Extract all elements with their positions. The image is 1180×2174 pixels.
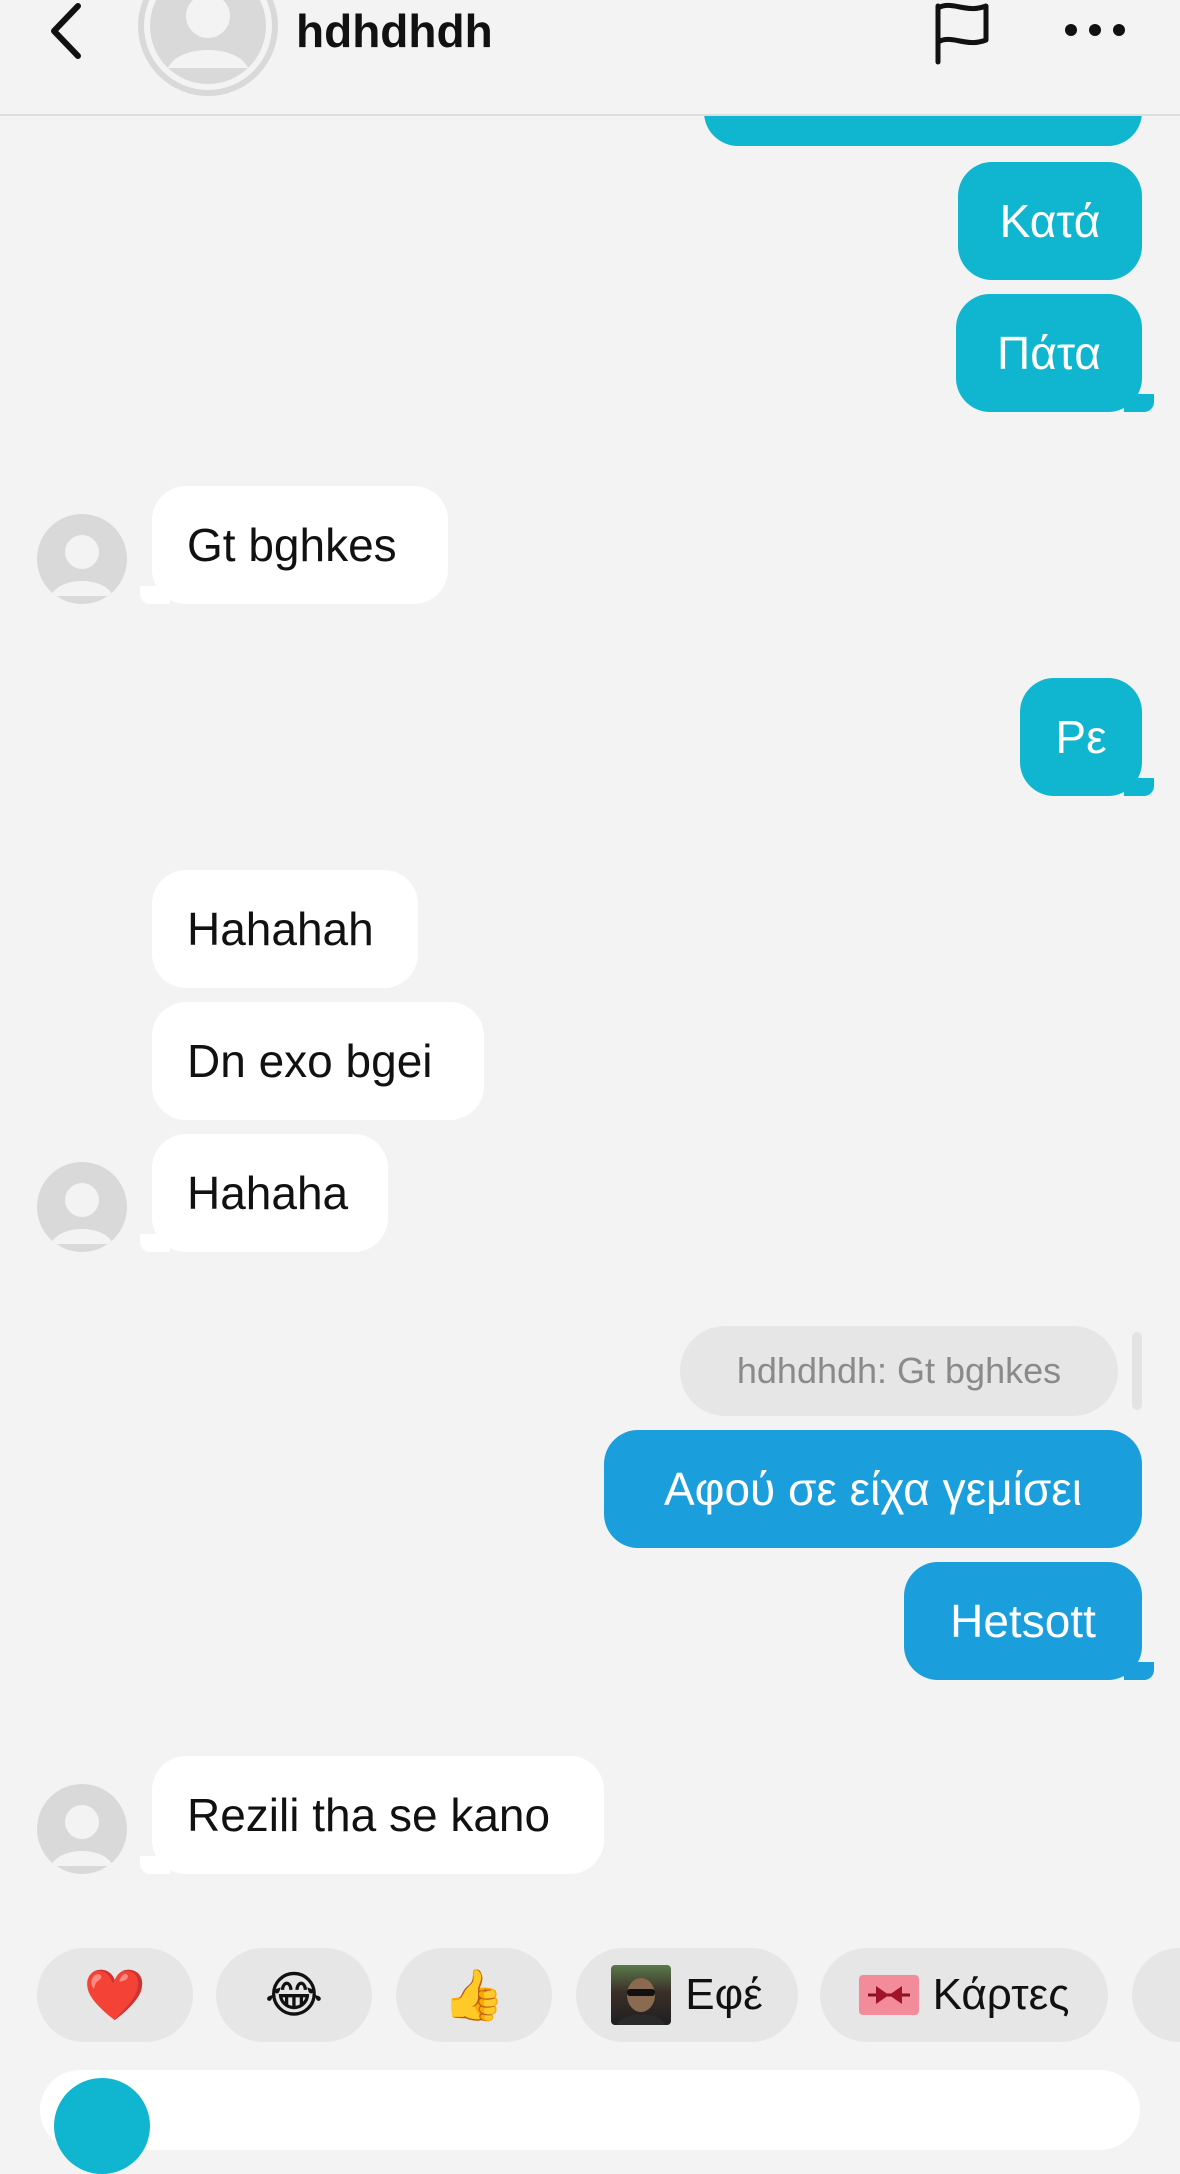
gift-card-icon [858, 1975, 919, 2015]
message-text: Hahahah [187, 903, 374, 955]
back-button[interactable] [40, 0, 96, 64]
chat-title[interactable]: hdhdhdh [296, 4, 493, 58]
message-bubble-outgoing[interactable]: Πάτα [956, 294, 1154, 412]
effects-button[interactable]: Εφέ [576, 1948, 798, 2042]
cards-button[interactable]: Κάρτες [820, 1948, 1108, 2042]
ellipsis-icon [1065, 24, 1125, 36]
message-bubble-outgoing[interactable]: Ρε [1020, 678, 1154, 796]
flag-icon [935, 2, 989, 65]
message-bubble-incoming[interactable]: Rezili tha se kano [140, 1756, 604, 1874]
reply-quote-text: hdhdhdh: Gt bghkes [736, 1350, 1062, 1391]
thumbs-up-icon: 👍 [442, 1967, 506, 2023]
laughing-face-icon: 😂 [264, 1967, 324, 2023]
default-avatar-icon [51, 1183, 113, 1244]
quick-reaction-thumbs-up[interactable]: 👍 [396, 1948, 552, 2042]
cards-label: Κάρτες [932, 1970, 1070, 2019]
heart-icon: ❤️ [83, 1967, 147, 2023]
reply-quote-bar [1132, 1332, 1142, 1410]
message-text: Hetsott [950, 1595, 1096, 1647]
message-text: Rezili tha se kano [187, 1789, 551, 1841]
message-text: Ρε [1055, 711, 1107, 763]
selfie-thumbnail [611, 1965, 672, 2025]
message-text: Πάτα [997, 327, 1101, 379]
default-avatar-icon [51, 535, 113, 596]
message-text: Dn exo bgei [187, 1035, 433, 1087]
quick-reaction-heart[interactable]: ❤️ [37, 1948, 193, 2042]
message-text: Κατά [999, 195, 1101, 247]
message-bubble-outgoing[interactable]: Hetsott [904, 1562, 1154, 1680]
quick-reaction-laugh[interactable]: 😂 [216, 1948, 372, 2042]
message-composer[interactable] [40, 2070, 1140, 2150]
more-reactions-chip[interactable] [1132, 1948, 1180, 2042]
default-avatar-icon [51, 1805, 113, 1866]
message-bubble-incoming[interactable]: Gt bghkes [140, 486, 448, 604]
message-bubble-outgoing[interactable]: Αφού σε είχα γεμίσει [604, 1430, 1142, 1548]
message-bubble-incoming[interactable]: Dn exo bgei [152, 1002, 484, 1120]
message-text: Hahaha [187, 1167, 349, 1219]
sender-avatar[interactable] [37, 1784, 127, 1874]
contact-avatar[interactable] [138, 0, 278, 96]
sender-avatar[interactable] [37, 514, 127, 604]
more-options-button[interactable] [1062, 16, 1128, 44]
report-button[interactable] [928, 0, 998, 66]
message-bubble-incoming[interactable]: Hahaha [140, 1134, 388, 1252]
message-text: Gt bghkes [187, 519, 397, 571]
chevron-left-icon [51, 3, 81, 59]
message-bubble-outgoing[interactable]: Κατά [958, 162, 1142, 280]
chat-header: hdhdhdh [0, 0, 1180, 116]
reply-quote[interactable]: hdhdhdh: Gt bghkes [680, 1326, 1118, 1416]
default-avatar-icon [150, 0, 266, 84]
message-bubble-incoming[interactable]: Hahahah [152, 870, 418, 988]
camera-button[interactable] [54, 2078, 150, 2174]
message-text: Αφού σε είχα γεμίσει [663, 1463, 1083, 1515]
effects-label: Εφέ [685, 1970, 763, 2019]
sender-avatar[interactable] [37, 1162, 127, 1252]
